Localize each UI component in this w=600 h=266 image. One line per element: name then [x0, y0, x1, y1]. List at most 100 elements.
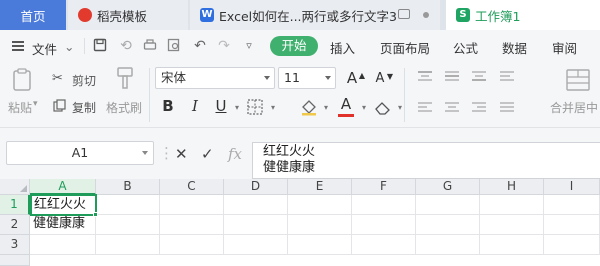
cell-g3[interactable]	[416, 235, 480, 255]
cell-c1[interactable]	[160, 195, 224, 215]
export-pdf-icon[interactable]: ⟲	[118, 38, 134, 54]
cell-i2[interactable]	[544, 215, 600, 235]
hamburger-menu-icon[interactable]	[12, 41, 24, 51]
justify-icon[interactable]	[500, 102, 514, 117]
merge-center-button[interactable]: 合并居中	[550, 99, 598, 116]
bold-button[interactable]: B	[160, 97, 176, 115]
align-top-icon[interactable]	[418, 71, 432, 86]
monitor-icon[interactable]	[398, 9, 410, 19]
cell-e3[interactable]	[288, 235, 352, 255]
insert-function-icon[interactable]: fx	[228, 145, 242, 163]
column-header-g[interactable]: G	[416, 179, 480, 195]
ribbon-tab-insert[interactable]: 插入	[330, 38, 355, 57]
font-size-select[interactable]: 11	[278, 67, 336, 89]
cell-d3[interactable]	[224, 235, 288, 255]
cell-c3[interactable]	[160, 235, 224, 255]
name-box[interactable]: A1	[6, 141, 154, 165]
align-right-icon[interactable]	[472, 102, 486, 117]
align-left-icon[interactable]	[418, 102, 432, 117]
ribbon-tab-review[interactable]: 审阅	[552, 38, 577, 57]
tab-docer-templates[interactable]: 稻壳模板	[68, 0, 188, 30]
row-header-3[interactable]: 3	[0, 235, 30, 255]
underline-button[interactable]: U	[213, 97, 229, 115]
fill-handle[interactable]	[93, 212, 98, 217]
formula-input[interactable]: 红红火火 健健康康	[252, 142, 600, 179]
cell-a3[interactable]	[30, 235, 96, 255]
cell-h2[interactable]	[480, 215, 544, 235]
borders-icon[interactable]	[247, 99, 263, 118]
font-color-dropdown-icon[interactable]: ▾	[356, 99, 372, 117]
font-color-button[interactable]: A	[338, 95, 354, 113]
cut-button[interactable]: 剪切	[72, 72, 96, 89]
ribbon-tab-home[interactable]: 开始	[270, 36, 318, 56]
borders-dropdown-icon[interactable]: ▾	[265, 99, 281, 117]
cell-g1[interactable]	[416, 195, 480, 215]
cell-c2[interactable]	[160, 215, 224, 235]
italic-button[interactable]: I	[187, 97, 203, 115]
row-header-1[interactable]: 1	[0, 195, 30, 215]
undo-icon[interactable]: ↶	[192, 38, 208, 54]
cancel-icon[interactable]: ✕	[175, 145, 188, 163]
file-menu[interactable]: 文件	[32, 39, 57, 58]
confirm-icon[interactable]: ✓	[201, 145, 214, 163]
align-center-icon[interactable]	[445, 102, 459, 117]
row-header-4[interactable]	[0, 255, 30, 266]
save-icon[interactable]	[92, 38, 108, 54]
spreadsheet-grid[interactable]: A B C D E F G H I 1 2 3 健健康康 红红火火	[0, 179, 600, 266]
cell-f1[interactable]	[352, 195, 416, 215]
paste-dropdown-icon[interactable]: ▾	[33, 99, 38, 109]
cell-f3[interactable]	[352, 235, 416, 255]
underline-dropdown-icon[interactable]: ▾	[229, 99, 245, 117]
cell-f2[interactable]	[352, 215, 416, 235]
fill-color-dropdown-icon[interactable]: ▾	[318, 99, 334, 117]
cell-b3[interactable]	[96, 235, 160, 255]
row-header-2[interactable]: 2	[0, 215, 30, 235]
cell-b1[interactable]	[96, 195, 160, 215]
column-header-b[interactable]: B	[96, 179, 160, 195]
column-header-d[interactable]: D	[224, 179, 288, 195]
paste-button[interactable]: 粘贴	[8, 99, 32, 116]
ribbon-tab-data[interactable]: 数据	[502, 38, 527, 57]
font-name-value: 宋体	[161, 70, 187, 85]
cell-e2[interactable]	[288, 215, 352, 235]
cell-e1[interactable]	[288, 195, 352, 215]
tab-home[interactable]: 首页	[0, 0, 66, 30]
quick-access-dropdown-icon[interactable]: ▿	[241, 38, 257, 54]
column-header-a[interactable]: A	[30, 179, 96, 195]
format-painter-button[interactable]: 格式刷	[106, 99, 142, 116]
cell-h1[interactable]	[480, 195, 544, 215]
column-header-e[interactable]: E	[288, 179, 352, 195]
cell-i3[interactable]	[544, 235, 600, 255]
print-icon[interactable]	[142, 38, 158, 54]
column-header-h[interactable]: H	[480, 179, 544, 195]
cell-a1[interactable]: 红红火火	[30, 194, 97, 216]
cell-b2[interactable]	[96, 215, 160, 235]
cell-d1[interactable]	[224, 195, 288, 215]
redo-icon[interactable]: ↷	[216, 38, 232, 54]
merge-center-icon[interactable]	[566, 68, 590, 95]
orientation-icon[interactable]	[500, 71, 514, 86]
print-preview-icon[interactable]	[166, 38, 182, 54]
ribbon-tab-page-layout[interactable]: 页面布局	[380, 38, 430, 57]
paste-icon[interactable]	[12, 68, 34, 95]
select-all-corner[interactable]	[0, 179, 30, 195]
column-header-i[interactable]: I	[544, 179, 600, 195]
cell-d2[interactable]	[224, 215, 288, 235]
cell-h3[interactable]	[480, 235, 544, 255]
tab-workbook1[interactable]: S 工作簿1	[446, 0, 600, 30]
column-header-c[interactable]: C	[160, 179, 224, 195]
clear-dropdown-icon[interactable]: ▾	[392, 99, 408, 117]
column-header-f[interactable]: F	[352, 179, 416, 195]
ribbon-tab-formulas[interactable]: 公式	[453, 38, 478, 57]
cell-g2[interactable]	[416, 215, 480, 235]
file-menu-chevron-icon[interactable]: ⌄	[64, 39, 74, 54]
align-middle-icon[interactable]	[445, 71, 459, 86]
align-bottom-icon[interactable]	[472, 71, 486, 86]
cell-a2[interactable]: 健健康康	[30, 215, 96, 235]
font-name-select[interactable]: 宋体	[155, 67, 275, 89]
copy-button[interactable]: 复制	[72, 99, 96, 116]
eraser-icon[interactable]	[374, 98, 392, 119]
writer-doc-icon: W	[200, 8, 214, 22]
cell-i1[interactable]	[544, 195, 600, 215]
fill-color-icon[interactable]	[300, 98, 318, 119]
